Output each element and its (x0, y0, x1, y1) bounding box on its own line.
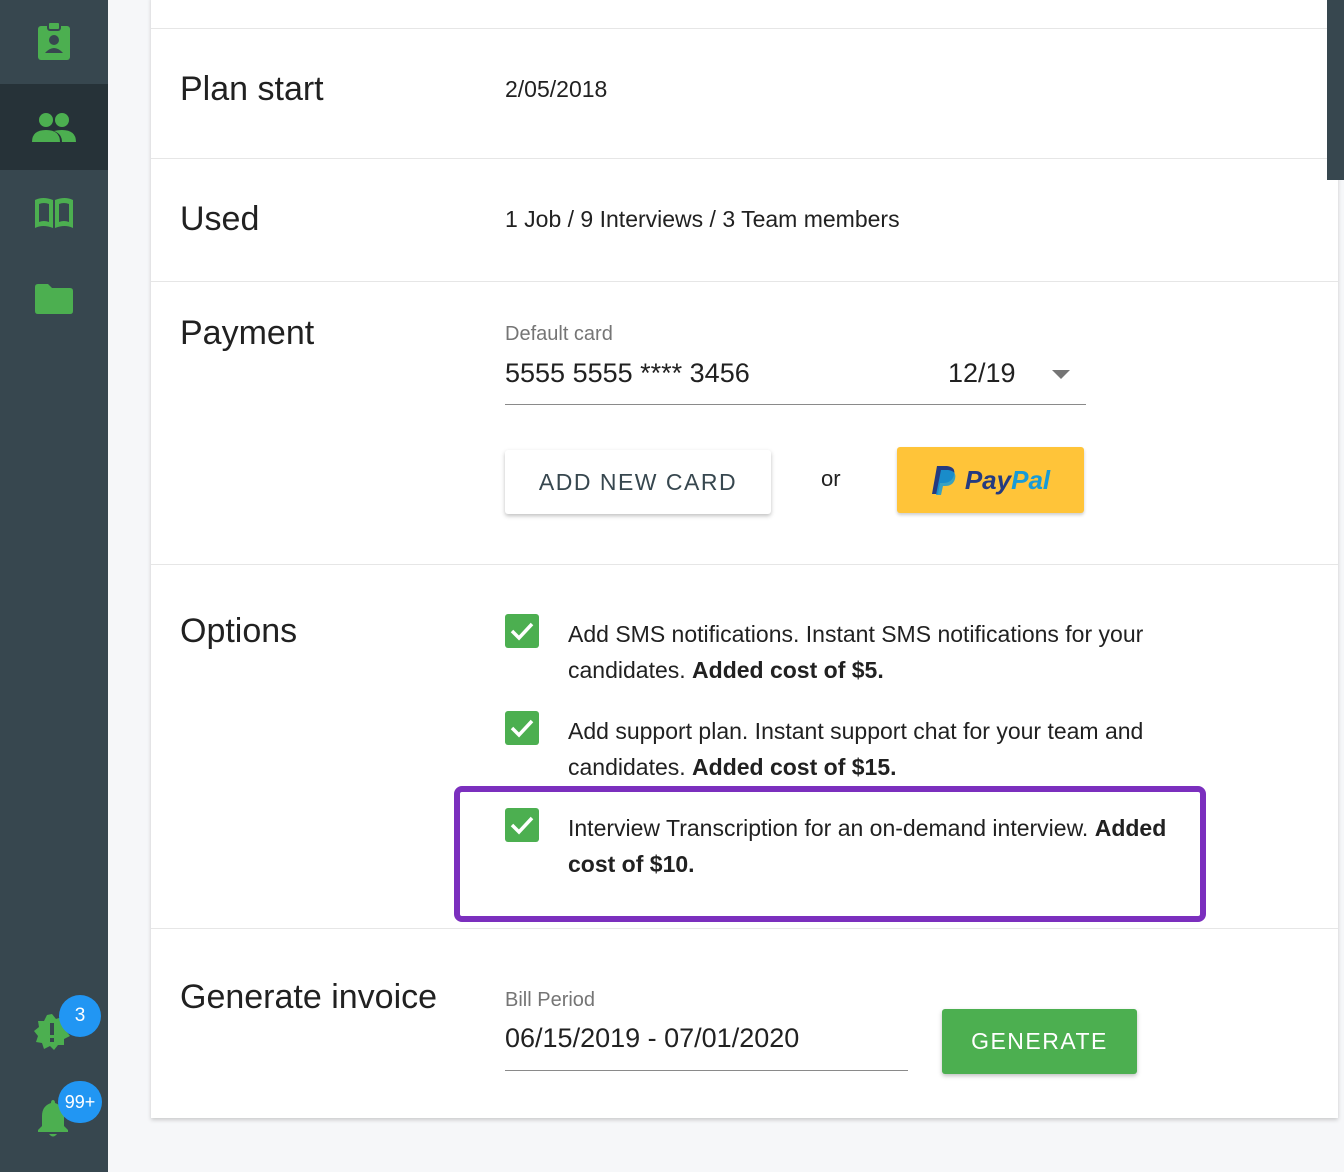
support-checkbox[interactable] (505, 711, 539, 745)
divider (151, 158, 1338, 159)
transcription-option-text: Interview Transcription for an on-demand… (568, 815, 1167, 877)
alerts-count-badge: 3 (59, 995, 101, 1037)
id-badge-icon (38, 22, 70, 60)
book-icon (35, 198, 73, 228)
divider (151, 564, 1338, 565)
sms-option-text: Add SMS notifications. Instant SMS notif… (568, 621, 1144, 683)
paypal-button[interactable]: PayPal (897, 447, 1084, 513)
bill-period-value: 06/15/2019 - 07/01/2020 (505, 1023, 800, 1053)
checkmark-icon (510, 622, 534, 641)
sidebar-item-library[interactable] (0, 170, 108, 256)
support-option-text: Add support plan. Instant support chat f… (568, 718, 1144, 780)
sms-checkbox[interactable] (505, 614, 539, 648)
checkmark-icon (510, 816, 534, 835)
bill-period-underline (505, 1070, 908, 1071)
payment-label: Payment (180, 314, 315, 352)
generate-invoice-label: Generate invoice (180, 978, 438, 1016)
folder-icon (35, 284, 73, 314)
sidebar-item-team[interactable] (0, 84, 108, 170)
paypal-logo-icon (931, 466, 956, 495)
paypal-word-pay: Pay (964, 464, 1012, 495)
used-label: Used (180, 200, 260, 238)
divider (151, 28, 1338, 29)
generate-button[interactable]: GENERATE (942, 1009, 1137, 1074)
scrollbar[interactable] (1327, 0, 1344, 180)
options-label: Options (180, 612, 298, 650)
card-field-underline (505, 404, 1086, 405)
used-value: 1 Job / 9 Interviews / 3 Team members (505, 206, 900, 232)
divider (151, 281, 1338, 282)
card-number: 5555 5555 **** 3456 (505, 358, 750, 388)
checkmark-icon (510, 719, 534, 738)
team-icon (32, 113, 76, 142)
notifications-count-badge: 99+ (58, 1081, 102, 1123)
add-new-card-button[interactable]: ADD NEW CARD (505, 450, 771, 514)
plan-start-label: Plan start (180, 70, 324, 108)
sidebar: 3 99+ (0, 0, 108, 1172)
chevron-down-icon (1052, 370, 1070, 379)
plan-details-card: Plan start 2/05/2018 Used 1 Job / 9 Inte… (151, 0, 1338, 1118)
bill-period-caption: Bill Period (505, 989, 596, 1011)
paypal-word-pal: Pal (1011, 464, 1051, 495)
transcription-checkbox[interactable] (505, 808, 539, 842)
plan-start-value: 2/05/2018 (505, 76, 608, 102)
sidebar-item-profile[interactable] (0, 0, 108, 84)
or-separator: or (821, 466, 841, 491)
default-card-caption: Default card (505, 323, 613, 345)
divider (151, 928, 1338, 929)
sidebar-item-files[interactable] (0, 256, 108, 342)
card-expiry: 12/19 (948, 358, 1016, 388)
